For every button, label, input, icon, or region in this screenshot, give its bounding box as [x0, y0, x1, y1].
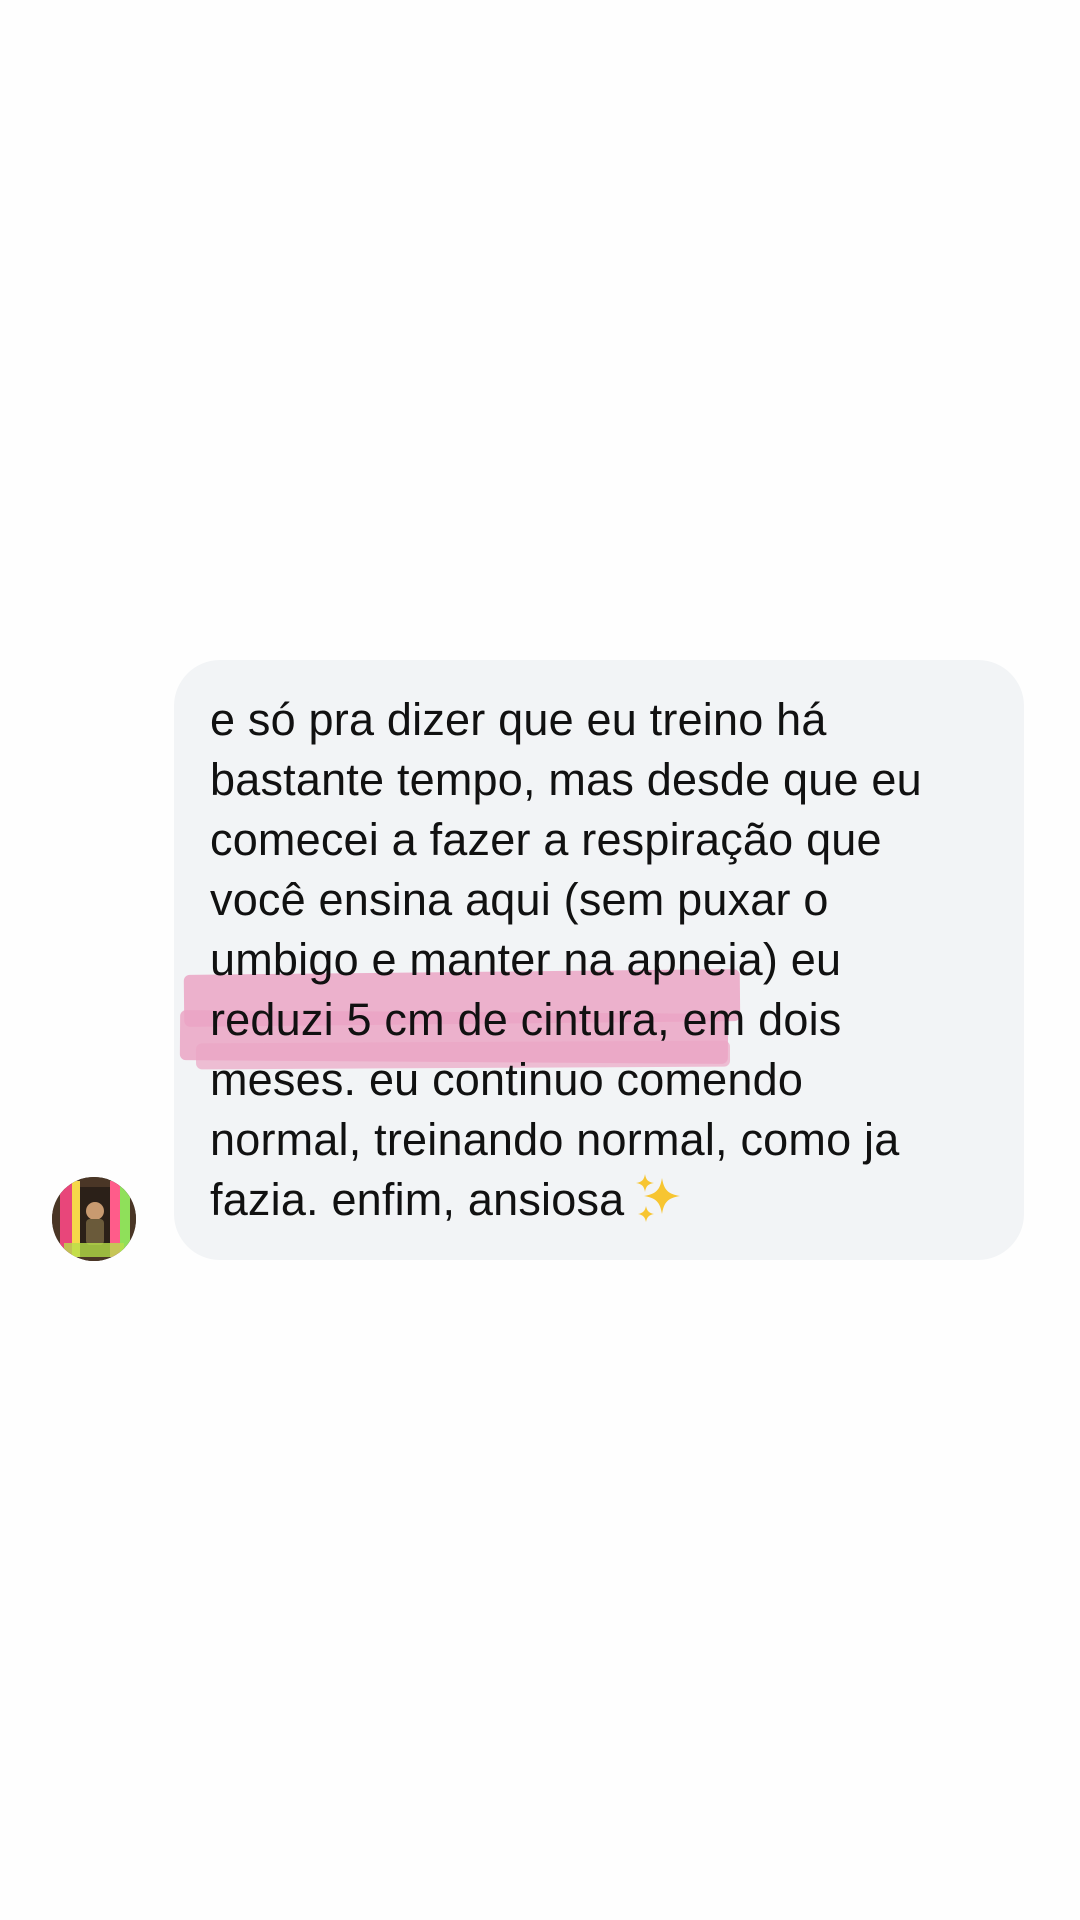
message-line: e só pra dizer que eu treino há: [210, 694, 827, 745]
message-line: comecei a fazer a respiração que: [210, 814, 882, 865]
message-line: normal, treinando normal, como ja: [210, 1114, 900, 1165]
message-line: você ensina aqui (sem puxar o: [210, 874, 829, 925]
message-line: umbigo e manter na apneia) eu: [210, 934, 842, 985]
sparkles-icon: [636, 1174, 681, 1223]
user-avatar-photo-icon: [52, 1177, 136, 1261]
message-line-last: fazia. enfim, ansiosa: [210, 1170, 1010, 1230]
sender-avatar[interactable]: [52, 1177, 136, 1261]
message-line: meses. eu continuo comendo: [210, 1054, 804, 1105]
message-line: reduzi 5 cm de cintura, em dois: [210, 994, 842, 1045]
chat-area: e só pra dizer que eu treino há bastante…: [0, 0, 1080, 1920]
message-line: fazia. enfim, ansiosa: [210, 1174, 625, 1225]
message-line: bastante tempo, mas desde que eu: [210, 754, 922, 805]
message-text: e só pra dizer que eu treino há bastante…: [210, 690, 1010, 1230]
